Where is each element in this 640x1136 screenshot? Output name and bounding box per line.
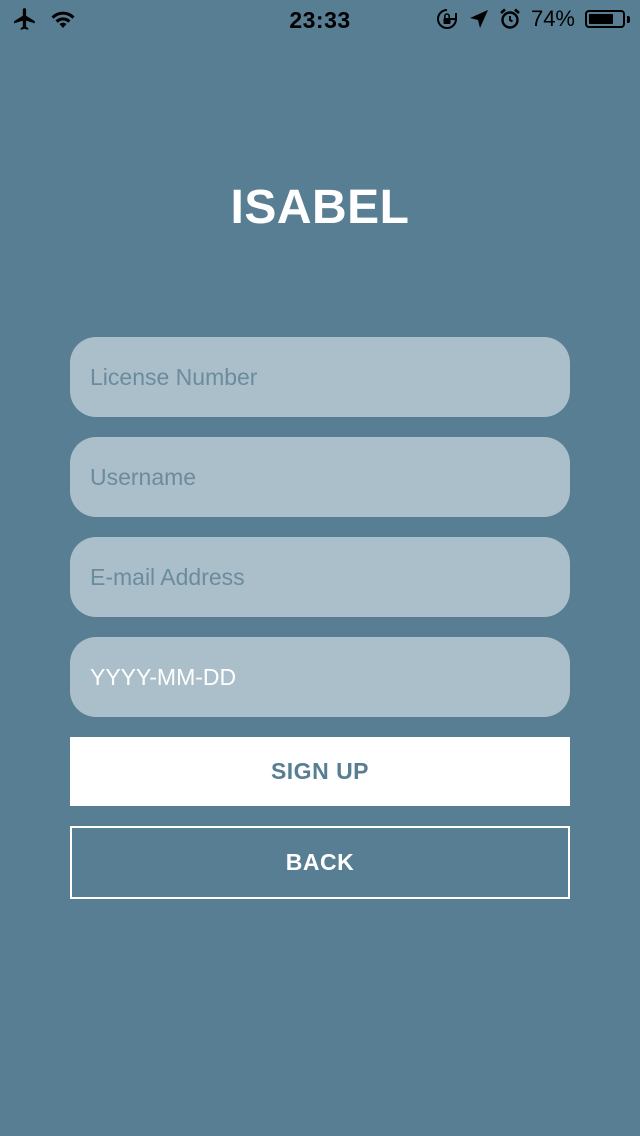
battery-nub xyxy=(627,15,630,23)
battery-icon xyxy=(585,10,625,28)
app-title: ISABEL xyxy=(230,181,410,234)
username-input[interactable] xyxy=(70,437,570,517)
email-input[interactable] xyxy=(70,537,570,617)
back-button[interactable]: BACK xyxy=(70,826,570,899)
birthdate-input[interactable] xyxy=(70,637,570,717)
alarm-icon xyxy=(499,8,521,30)
location-arrow-icon xyxy=(469,9,489,29)
rotation-lock-icon xyxy=(435,7,459,31)
battery-percent: 74% xyxy=(530,6,575,31)
battery-fill xyxy=(589,14,613,24)
sign-up-button[interactable]: SIGN UP xyxy=(70,737,570,806)
license-number-input[interactable] xyxy=(70,337,570,417)
status-bar: 23:33 74% xyxy=(0,0,640,40)
